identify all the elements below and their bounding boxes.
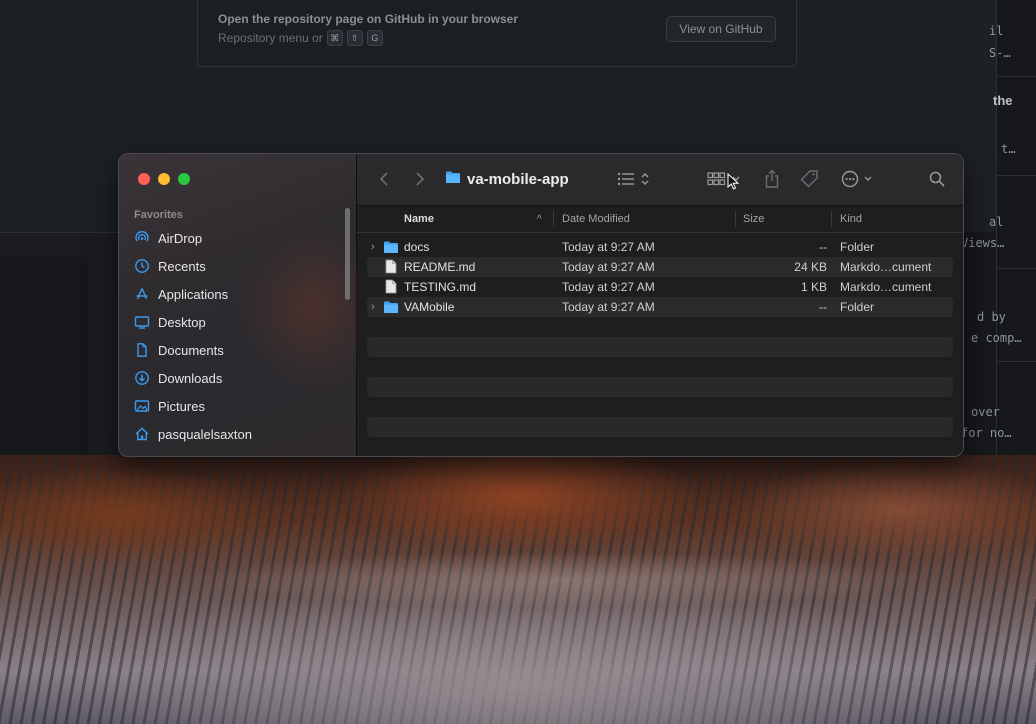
disclosure-chevron-icon[interactable]: ›: [371, 237, 375, 257]
shortcut-key-command: ⌘: [326, 30, 343, 46]
minimize-button[interactable]: [158, 173, 170, 185]
text-fragment: over: [971, 405, 1000, 419]
applications-icon: [134, 286, 150, 302]
pictures-icon: [134, 398, 150, 414]
list-view-icon[interactable]: [617, 168, 653, 190]
sidebar-item-label: Applications: [158, 286, 229, 302]
sidebar-item-label: Desktop: [158, 314, 206, 330]
document-icon: [134, 342, 150, 358]
table-row[interactable]: › docs Today at 9:27 AM -- Folder: [367, 237, 953, 257]
text-fragment: for no…: [961, 426, 1012, 440]
sidebar-item-desktop[interactable]: Desktop: [134, 311, 206, 333]
column-date-modified[interactable]: Date Modified: [562, 206, 630, 232]
document-icon: [385, 279, 397, 299]
window-title: va-mobile-app: [467, 170, 569, 188]
search-icon[interactable]: [927, 168, 947, 190]
file-size: --: [819, 300, 827, 314]
finder-content: va-mobile-app Name ^ Date Modified Size …: [357, 154, 963, 456]
download-icon: [134, 370, 150, 386]
background-text-strip: il S-… the t… al Views… d by e comp… ove…: [961, 0, 1036, 462]
folder-title: va-mobile-app: [445, 168, 569, 190]
disclosure-chevron-icon[interactable]: ›: [371, 297, 375, 317]
table-row[interactable]: › VAMobile Today at 9:27 AM -- Folder: [367, 297, 953, 317]
view-on-github-button[interactable]: View on GitHub: [666, 16, 776, 42]
file-size: --: [819, 240, 827, 254]
folder-icon: [445, 170, 461, 188]
file-date: Today at 9:27 AM: [562, 260, 655, 274]
document-icon: [385, 259, 397, 279]
file-name: docs: [404, 240, 430, 254]
file-date: Today at 9:27 AM: [562, 300, 655, 314]
file-date: Today at 9:27 AM: [562, 280, 655, 294]
file-date: Today at 9:27 AM: [562, 240, 655, 254]
empty-row: [367, 377, 953, 397]
sidebar-item-downloads[interactable]: Downloads: [134, 367, 222, 389]
text-fragment: al: [989, 215, 1004, 229]
more-actions-icon[interactable]: [841, 168, 877, 190]
table-row[interactable]: README.md Today at 9:27 AM 24 KB Markdo……: [367, 257, 953, 277]
sidebar-item-label: Downloads: [158, 370, 223, 386]
back-arrow-icon[interactable]: [375, 168, 393, 190]
text-fragment: d by: [977, 310, 1006, 324]
desktop-icon: [134, 314, 150, 330]
sidebar-item-home[interactable]: pasqualelsaxton: [134, 423, 252, 445]
maximize-button[interactable]: [178, 173, 190, 185]
text-fragment: the: [993, 93, 1013, 108]
sidebar-scrollbar[interactable]: [345, 208, 350, 300]
text-fragment: S-…: [989, 46, 1011, 60]
empty-row: [367, 417, 953, 437]
folder-icon: [383, 300, 399, 320]
background-left-panel: [0, 232, 118, 463]
text-fragment: il: [989, 24, 1004, 38]
column-header: Name ^ Date Modified Size Kind: [357, 206, 963, 233]
home-icon: [134, 426, 150, 442]
close-button[interactable]: [138, 173, 150, 185]
clock-icon: [134, 258, 150, 274]
sidebar-item-label: AirDrop: [158, 230, 203, 246]
table-row[interactable]: TESTING.md Today at 9:27 AM 1 KB Markdo……: [367, 277, 953, 297]
column-kind[interactable]: Kind: [840, 206, 862, 232]
group-view-icon[interactable]: [707, 168, 743, 190]
shortcut-key-shift: ⇧: [346, 30, 363, 46]
share-icon[interactable]: [762, 168, 782, 190]
finder-window[interactable]: Favorites AirDrop Recents Applications D…: [118, 153, 964, 457]
file-kind: Folder: [840, 300, 875, 314]
hint-subtitle: Repository menu or ⌘ ⇧ G: [218, 30, 383, 46]
sidebar-item-applications[interactable]: Applications: [134, 283, 228, 305]
file-kind: Folder: [840, 240, 875, 254]
shortcut-key-g: G: [366, 30, 383, 46]
hint-title: Open the repository page on GitHub in yo…: [218, 12, 519, 26]
airdrop-icon: [134, 230, 150, 246]
file-size: 24 KB: [794, 260, 827, 274]
forward-arrow-icon[interactable]: [411, 168, 429, 190]
file-size: 1 KB: [800, 280, 827, 294]
favorites-header: Favorites: [134, 209, 183, 221]
tag-icon[interactable]: [799, 168, 821, 190]
column-size[interactable]: Size: [743, 206, 764, 232]
file-kind: Markdo…cument: [840, 260, 932, 274]
file-name: README.md: [404, 260, 476, 274]
file-name: TESTING.md: [404, 280, 477, 294]
wallpaper-highlight: [0, 540, 1036, 620]
empty-row: [367, 337, 953, 357]
sidebar-item-label: Pictures: [158, 398, 205, 414]
column-name[interactable]: Name: [404, 206, 434, 232]
sidebar-item-label: Documents: [158, 342, 224, 358]
finder-sidebar: Favorites AirDrop Recents Applications D…: [119, 154, 389, 456]
sidebar-item-label: pasqualelsaxton: [158, 426, 252, 442]
hint-sub-text: Repository menu or: [218, 31, 323, 45]
text-fragment: e comp…: [971, 331, 1022, 345]
text-fragment: t…: [1001, 142, 1016, 156]
file-kind: Markdo…cument: [840, 280, 932, 294]
github-hint-panel: Open the repository page on GitHub in yo…: [197, 0, 797, 67]
sidebar-item-recents[interactable]: Recents: [134, 255, 206, 277]
sidebar-item-pictures[interactable]: Pictures: [134, 395, 205, 417]
text-fragment: Views…: [961, 236, 1005, 250]
sidebar-item-airdrop[interactable]: AirDrop: [134, 227, 202, 249]
sidebar-item-documents[interactable]: Documents: [134, 339, 224, 361]
finder-toolbar: va-mobile-app: [357, 154, 963, 206]
file-name: VAMobile: [404, 300, 455, 314]
sidebar-item-label: Recents: [158, 258, 206, 274]
sort-chevron-icon[interactable]: ^: [537, 207, 542, 233]
